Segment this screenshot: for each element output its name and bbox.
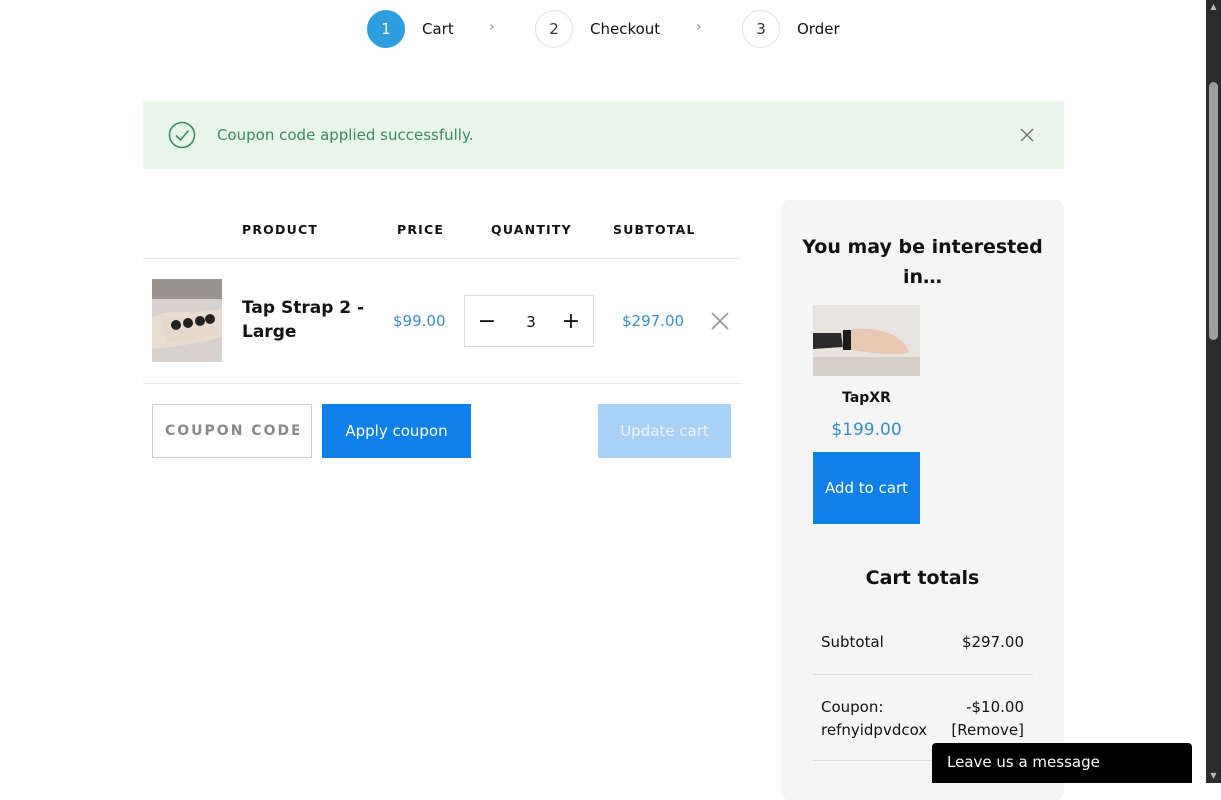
update-cart-button[interactable]: Update cart	[598, 404, 731, 458]
cart-totals-title: Cart totals	[865, 567, 980, 589]
divider	[143, 383, 741, 384]
quantity-input[interactable]	[507, 308, 555, 336]
step-2-circle[interactable]: 2	[535, 10, 573, 48]
subtotal-value: $297.00	[961, 633, 1024, 651]
divider	[813, 674, 1033, 675]
cross-sells-title: You may be interested in…	[802, 236, 1043, 288]
cross-sell-product-price: $199.00	[831, 420, 902, 440]
header-quantity: QUANTITY	[491, 222, 572, 237]
step-3-circle[interactable]: 3	[742, 10, 780, 48]
product-subtotal: $297.00	[622, 312, 685, 330]
cart-sidebar: You may be interested in… TapXR $199.00 …	[781, 200, 1064, 800]
coupon-code-input[interactable]	[152, 404, 312, 458]
check-circle-icon	[168, 121, 196, 149]
subtotal-label: Subtotal	[821, 633, 884, 651]
cross-sell-product-name[interactable]: TapXR	[813, 390, 920, 406]
coupon-discount-value: -$10.00	[966, 698, 1024, 716]
add-to-cart-button[interactable]: Add to cart	[813, 452, 920, 524]
cross-sell-product-image[interactable]	[813, 305, 920, 376]
coupon-label: Coupon: refnyidpvdcox	[821, 698, 928, 739]
remove-item-icon[interactable]	[711, 312, 729, 330]
step-1-circle[interactable]: 1	[367, 10, 405, 48]
step-1-label[interactable]: Cart	[422, 20, 454, 38]
quantity-decrease-button[interactable]: −	[467, 296, 507, 346]
product-name-link[interactable]: Tap Strap 2 - Large	[242, 296, 372, 344]
chevron-right-icon: ›	[489, 19, 495, 35]
coupon-discount: -$10.00 [Remove]	[951, 696, 1024, 742]
chevron-right-icon: ›	[696, 19, 702, 35]
apply-coupon-button[interactable]: Apply coupon	[322, 404, 471, 458]
checkout-steps: 1 Cart › 2 Checkout › 3 Order	[0, 10, 1206, 50]
step-2-label[interactable]: Checkout	[590, 20, 660, 38]
close-icon[interactable]	[1019, 127, 1035, 143]
step-3-label[interactable]: Order	[797, 20, 840, 38]
scroll-up-icon[interactable]: ▲	[1209, 2, 1218, 12]
header-product: PRODUCT	[242, 222, 319, 237]
notice-message: Coupon code applied successfully.	[217, 126, 474, 144]
success-notice: Coupon code applied successfully.	[143, 101, 1064, 169]
product-price: $99.00	[393, 312, 446, 330]
header-subtotal: SUBTOTAL	[613, 222, 696, 237]
quantity-increase-button[interactable]: +	[551, 296, 591, 346]
scrollbar-thumb[interactable]	[1209, 82, 1218, 340]
scrollbar[interactable]: ▲ ▼	[1206, 0, 1221, 783]
product-thumbnail[interactable]	[152, 279, 222, 362]
divider	[143, 258, 741, 259]
chat-widget-button[interactable]: Leave us a message	[932, 743, 1192, 783]
remove-coupon-link[interactable]: [Remove]	[951, 721, 1024, 739]
scroll-down-icon[interactable]: ▼	[1209, 771, 1218, 781]
header-price: PRICE	[397, 222, 445, 237]
quantity-stepper: − +	[464, 295, 594, 347]
